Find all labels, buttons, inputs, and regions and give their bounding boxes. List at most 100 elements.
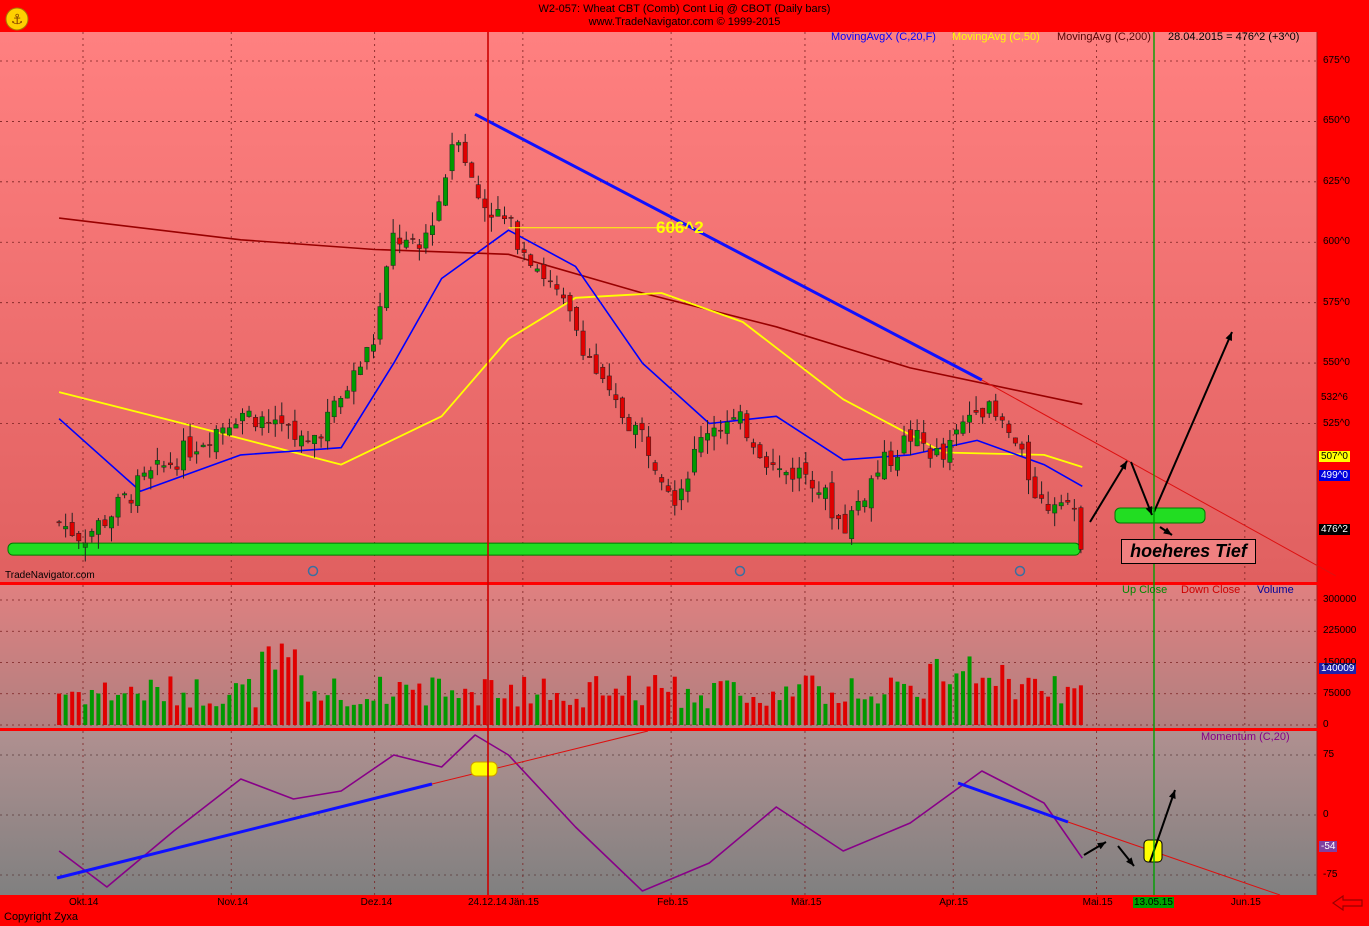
candle-body [986,401,992,414]
candle-body [803,462,809,475]
volume-bar [947,684,952,725]
volume-bar [1078,685,1083,725]
x-tick-label: Nov.14 [217,897,249,908]
volume-bar [469,692,474,725]
note-higher-low: hoeheres Tief [1121,539,1256,564]
candle-body [416,244,422,249]
candle-body [305,440,311,443]
candle-body [993,400,999,417]
candle-body [443,177,448,206]
volume-bar [305,701,310,725]
candle-body [574,306,579,331]
candle-body [940,443,946,460]
candle-body [914,430,920,447]
volume-bar [489,680,494,725]
volume-bar [423,705,428,725]
candle-body [600,366,606,379]
x-tick-label: Jän.15 [508,897,539,908]
volume-bar [292,649,297,725]
price-panel [0,32,1317,583]
volume-bar [135,693,140,725]
volume-bar [875,703,880,725]
volume-bar [161,701,166,725]
momentum-tick-label: 0 [1323,809,1329,820]
volume-bar [908,685,913,725]
candle-body [541,264,547,280]
volume-bar [921,698,926,725]
volume-bar [148,679,153,725]
candle-body [95,520,101,535]
volume-bar [600,695,605,725]
volume-bar [960,671,965,725]
candle-body [449,144,455,172]
candle-body [213,428,219,453]
volume-bar [653,675,658,725]
candle-body [220,427,226,434]
volume-bar [685,688,690,725]
volume-bar [417,683,422,725]
volume-bar [535,694,540,725]
y-tick-label: 650^0 [1323,115,1350,127]
volume-bar [666,691,671,725]
candle-body [167,462,173,466]
candle-body [397,237,403,245]
volume-bar [358,704,363,725]
volume-bar [672,676,677,725]
candle-body [927,448,933,459]
volume-bar [548,699,553,725]
volume-bar [692,702,697,725]
volume-bar [744,702,749,725]
chart-subtitle: www.TradeNavigator.com © 1999-2015 [588,16,781,28]
candle-body [469,162,475,178]
volume-bar [299,675,304,725]
y-tick-label: 550^0 [1323,357,1350,369]
volume-bar [384,703,389,725]
volume-bar [751,697,756,725]
candle-body [980,407,986,418]
volume-bar [247,678,252,725]
volume-bar [567,704,572,725]
candle-body [508,217,514,219]
volume-bar [757,702,762,725]
back-arrow-icon[interactable] [1331,894,1363,912]
candle-body [384,266,390,309]
volume-bar [220,703,225,725]
volume-bar [450,690,455,725]
candle-body [482,198,488,209]
candle-body [934,447,940,456]
candle-body [606,375,612,391]
volume-bar [332,678,337,725]
support-zone [7,542,1081,556]
volume-bar [378,676,383,725]
volume-bar [980,677,985,725]
volume-bar [993,685,998,725]
candle-body [724,421,730,434]
candle-body [226,427,232,436]
volume-bar [902,683,907,725]
candle-body [528,254,534,266]
candle-body [312,434,317,444]
candle-body [200,444,206,448]
candle-body [115,496,121,518]
candle-body [233,424,239,429]
volume-bar [443,696,448,725]
candle-body [246,410,252,417]
candle-body [272,419,278,425]
volume-bar [705,708,710,725]
candle-body [181,440,186,471]
candle-body [429,225,435,235]
candle-body [764,456,769,468]
volume-tick-label: 0 [1323,719,1329,730]
candle-body [141,472,147,477]
volume-bar [319,700,324,725]
volume-bar [738,695,743,725]
candle-body [128,499,134,504]
x-tick-label: Apr.15 [939,897,969,908]
candle-body [587,356,593,358]
volume-bar [712,682,717,725]
candle-body [76,532,82,542]
volume-bar [797,684,802,725]
volume-bar [679,707,684,725]
x-tick-label: Okt.14 [69,897,99,908]
target-zone [1114,507,1206,524]
